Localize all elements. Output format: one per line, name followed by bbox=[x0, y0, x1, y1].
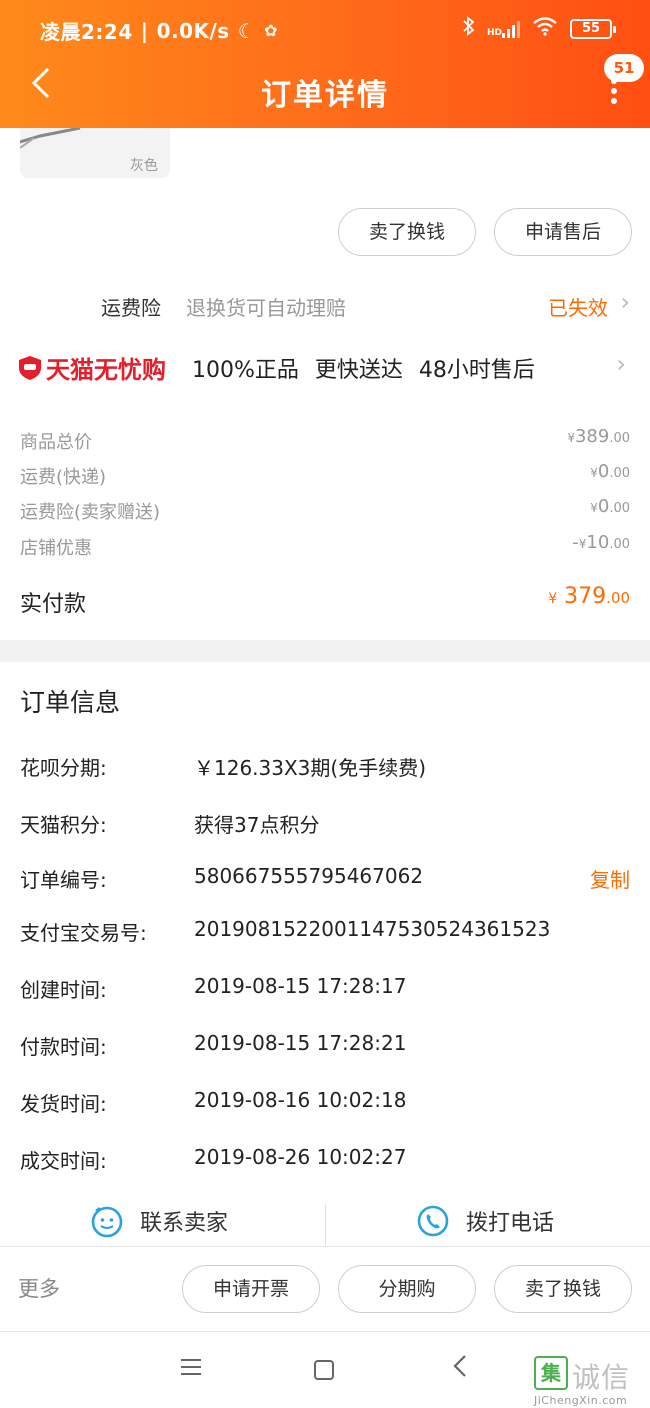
price-row: 商品总价 ¥389.00 bbox=[20, 424, 630, 456]
paid-value: ¥ 379.00 bbox=[548, 584, 630, 609]
system-back-icon[interactable] bbox=[452, 1354, 468, 1386]
chat-face-icon bbox=[91, 1206, 123, 1238]
installment-buy-button[interactable]: 分期购 bbox=[338, 1265, 476, 1313]
moon-icon: ☾ bbox=[237, 18, 257, 43]
message-count-badge[interactable]: 51 bbox=[604, 54, 644, 82]
price-value: ¥0.00 bbox=[590, 461, 630, 482]
product-color-label: 灰色 bbox=[130, 158, 158, 174]
tmall-shield-icon bbox=[19, 355, 41, 380]
order-info-row: 天猫积分: 获得37点积分 bbox=[20, 805, 630, 839]
info-value: 获得37点积分 bbox=[194, 813, 320, 837]
order-info-row: 创建时间: 2019-08-15 17:28:17 bbox=[20, 970, 630, 1004]
shipping-insurance-row[interactable]: 运费险 退换货可自动理赔 已失效 › bbox=[0, 286, 650, 326]
order-info-row: 成交时间: 2019-08-26 10:02:27 bbox=[20, 1141, 630, 1175]
price-label: 运费(快递) bbox=[20, 467, 107, 488]
notification-app-icon: ✿ bbox=[264, 21, 279, 40]
paid-label: 实付款 bbox=[20, 592, 87, 617]
order-info-title: 订单信息 bbox=[20, 688, 121, 717]
info-key: 订单编号: bbox=[20, 868, 107, 892]
price-value: -¥10.00 bbox=[572, 532, 630, 553]
more-menu-icon[interactable] bbox=[604, 78, 624, 108]
status-left: 凌晨2:24 | 0.0K/s ☾ ✿ bbox=[40, 16, 278, 45]
order-info-row: 发货时间: 2019-08-16 10:02:18 bbox=[20, 1084, 630, 1118]
insurance-description: 退换货可自动理赔 bbox=[186, 296, 346, 320]
page-title: 订单详情 bbox=[261, 78, 389, 113]
contact-divider bbox=[325, 1204, 326, 1246]
info-key: 付款时间: bbox=[20, 1035, 107, 1059]
info-key: 支付宝交易号: bbox=[20, 921, 147, 945]
home-square-icon[interactable] bbox=[314, 1360, 334, 1392]
order-number-value: 580667555795467062 bbox=[194, 864, 424, 888]
bottom-action-bar: 更多 申请开票 分期购 卖了换钱 bbox=[0, 1246, 650, 1332]
price-row: 店铺优惠 -¥10.00 bbox=[20, 530, 630, 562]
watermark-url: JiChengXin.com bbox=[534, 1394, 628, 1407]
chevron-right-icon: › bbox=[620, 288, 630, 316]
price-value: ¥0.00 bbox=[590, 496, 630, 517]
more-actions-link[interactable]: 更多 bbox=[18, 1273, 60, 1303]
price-label: 商品总价 bbox=[20, 432, 92, 453]
tmall-guarantee-row[interactable]: 天猫无忧购 100%正品 更快送达 48小时售后 › bbox=[0, 344, 650, 390]
info-key: 发货时间: bbox=[20, 1092, 107, 1116]
signal-icon: HD bbox=[487, 20, 520, 38]
actual-paid-row: 实付款 ¥ 379.00 bbox=[20, 584, 630, 620]
info-value: 2019-08-26 10:02:27 bbox=[194, 1145, 407, 1169]
sell-for-cash-button[interactable]: 卖了换钱 bbox=[338, 208, 476, 256]
bluetooth-icon bbox=[463, 16, 475, 41]
contact-bar: 联系卖家 拨打电话 bbox=[0, 1200, 650, 1246]
nav-bar: 订单详情 51 bbox=[0, 54, 650, 120]
insurance-status: 已失效 bbox=[548, 296, 608, 320]
info-key: 创建时间: bbox=[20, 978, 107, 1002]
menu-icon[interactable] bbox=[181, 1354, 201, 1386]
price-row: 运费险(卖家赠送) ¥0.00 bbox=[20, 494, 630, 526]
status-time: 凌晨2:24 bbox=[40, 20, 133, 44]
status-separator: | bbox=[140, 18, 149, 43]
wifi-icon bbox=[532, 16, 558, 41]
phone-icon bbox=[417, 1205, 449, 1237]
tmall-feature: 100%正品 bbox=[192, 358, 299, 383]
tmall-feature: 48小时售后 bbox=[418, 358, 535, 383]
call-phone-label: 拨打电话 bbox=[466, 1211, 555, 1236]
order-info-row: 支付宝交易号: 2019081522001147530524361523 bbox=[20, 913, 630, 947]
info-value: ￥126.33X3期(免手续费) bbox=[194, 756, 427, 780]
status-net-speed: 0.0K/s bbox=[156, 18, 230, 43]
insurance-label: 运费险 bbox=[101, 296, 161, 320]
price-label: 运费险(卖家赠送) bbox=[20, 502, 161, 523]
chevron-right-icon: › bbox=[616, 350, 626, 378]
call-phone-button[interactable]: 拨打电话 bbox=[416, 1204, 554, 1238]
contact-seller-button[interactable]: 联系卖家 bbox=[90, 1204, 228, 1238]
section-divider bbox=[0, 640, 650, 662]
apply-aftersale-button[interactable]: 申请售后 bbox=[494, 208, 632, 256]
info-key: 天猫积分: bbox=[20, 813, 107, 837]
info-value: 2019-08-15 17:28:17 bbox=[194, 974, 407, 998]
sell-for-cash-button[interactable]: 卖了换钱 bbox=[494, 1265, 632, 1313]
tmall-feature: 更快送达 bbox=[314, 358, 403, 383]
tmall-logo: 天猫无忧购 bbox=[18, 350, 166, 385]
order-info-row: 花呗分期: ￥126.33X3期(免手续费) bbox=[20, 748, 630, 782]
info-value: 2019081522001147530524361523 bbox=[194, 917, 551, 941]
tmall-features: 100%正品 更快送达 48小时售后 bbox=[192, 352, 535, 384]
watermark-box: 集 bbox=[534, 1356, 568, 1390]
info-key: 花呗分期: bbox=[20, 756, 107, 780]
info-value: 2019-08-15 17:28:21 bbox=[194, 1031, 407, 1055]
info-key: 成交时间: bbox=[20, 1149, 107, 1173]
hd-label: HD bbox=[486, 27, 502, 38]
copy-order-number-button[interactable]: 复制 bbox=[590, 864, 630, 893]
price-value: ¥389.00 bbox=[567, 426, 630, 447]
app-header: 凌晨2:24 | 0.0K/s ☾ ✿ HD 55 订单详情 51 bbox=[0, 0, 650, 128]
apply-invoice-button[interactable]: 申请开票 bbox=[182, 1265, 320, 1313]
order-info-row: 订单编号: 580667555795467062 复制 bbox=[20, 860, 630, 894]
price-row: 运费(快递) ¥0.00 bbox=[20, 459, 630, 491]
battery-icon: 55 bbox=[570, 18, 616, 39]
watermark-logo: 集 诚信 JiChengXin.com bbox=[534, 1356, 646, 1408]
status-right: HD 55 bbox=[463, 16, 616, 41]
contact-seller-label: 联系卖家 bbox=[140, 1211, 229, 1236]
price-label: 店铺优惠 bbox=[20, 538, 92, 559]
status-bar: 凌晨2:24 | 0.0K/s ☾ ✿ HD 55 bbox=[0, 12, 650, 48]
order-info-row: 付款时间: 2019-08-15 17:28:21 bbox=[20, 1027, 630, 1061]
tmall-brand-text: 天猫无忧购 bbox=[46, 356, 166, 384]
info-value: 2019-08-16 10:02:18 bbox=[194, 1088, 407, 1112]
watermark-text: 诚信 bbox=[572, 1361, 631, 1394]
